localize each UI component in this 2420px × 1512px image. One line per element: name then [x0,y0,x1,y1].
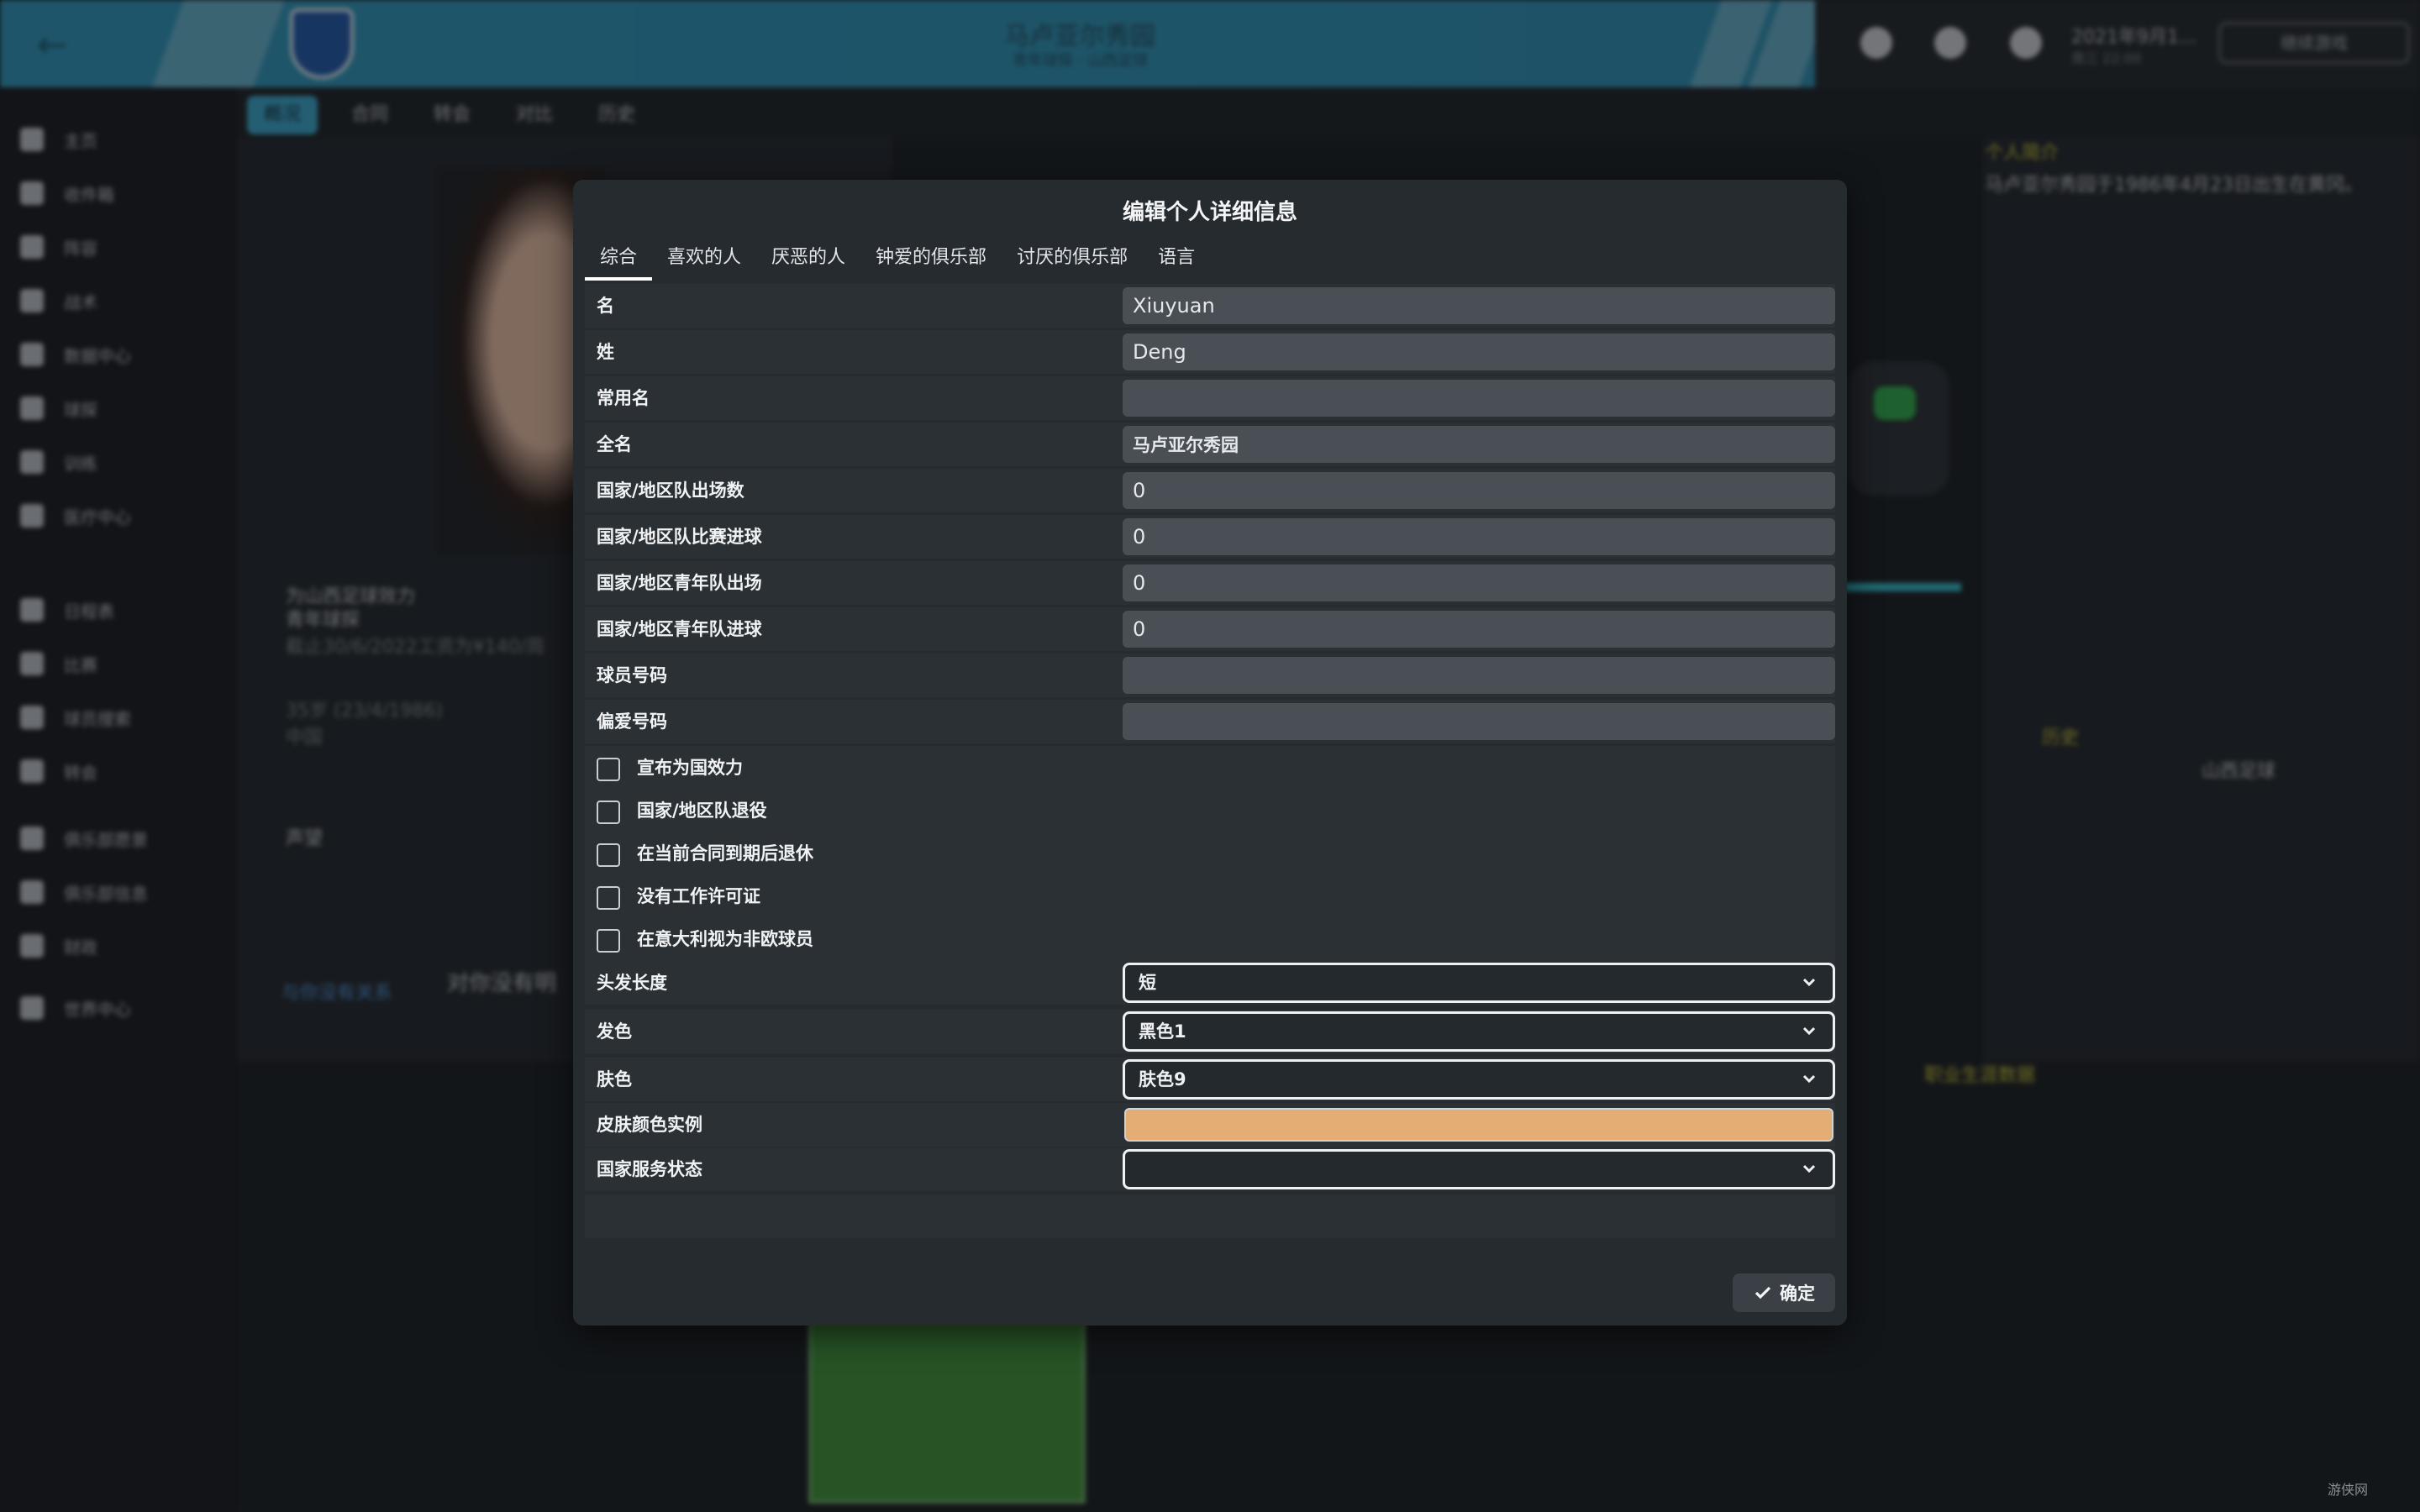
intl-goals-label: 国家/地区队比赛进球 [597,527,762,547]
row-last-name: 姓 [585,330,1835,374]
row-empty [585,1194,1835,1238]
youth-goals-field[interactable] [1123,611,1835,648]
first-name-label: 名 [597,296,614,316]
dialog-tabs: 综合 喜欢的人 厌恶的人 钟爱的俱乐部 讨厌的俱乐部 语言 [585,239,1210,281]
edit-details-dialog: 编辑个人详细信息 综合 喜欢的人 厌恶的人 钟爱的俱乐部 讨厌的俱乐部 语言 名… [573,180,1847,1326]
watermark: 游侠网 [2328,1482,2369,1498]
confirm-button[interactable]: 确定 [1733,1273,1835,1312]
skin-color-swatch [1124,1108,1833,1142]
row-first-name: 名 [585,284,1835,328]
intl-caps-label: 国家/地区队出场数 [597,480,744,501]
hair-length-label: 头发长度 [597,973,667,993]
hair-color-value: 黑色1 [1139,1021,1186,1042]
squad-number-field[interactable] [1123,657,1835,694]
common-name-field[interactable] [1123,380,1835,417]
squad-number-label: 球员号码 [597,665,667,685]
declared-label: 宣布为国效力 [637,758,743,778]
row-preferred-number: 偏爱号码 [585,700,1835,743]
intl-goals-field[interactable] [1123,518,1835,555]
tab-disliked-clubs[interactable]: 讨厌的俱乐部 [1002,239,1143,281]
retired-intl-label: 国家/地区队退役 [637,801,767,821]
retire-end-checkbox[interactable] [597,843,620,867]
hair-length-select[interactable]: 短 [1123,963,1835,1003]
full-name-field[interactable] [1123,426,1835,463]
hair-length-value: 短 [1139,973,1156,993]
first-name-field[interactable] [1123,287,1835,324]
common-name-label: 常用名 [597,388,650,408]
chevron-down-icon [1802,1074,1816,1084]
confirm-label: 确定 [1780,1284,1815,1304]
row-skin-example: 皮肤颜色实例 [585,1103,1835,1147]
row-no-work-permit[interactable]: 没有工作许可证 [585,874,1835,918]
national-service-label: 国家服务状态 [597,1159,702,1179]
tab-favoured-clubs[interactable]: 钟爱的俱乐部 [860,239,1002,281]
non-eu-checkbox[interactable] [597,929,620,953]
tab-languages[interactable]: 语言 [1143,239,1210,281]
retired-intl-checkbox[interactable] [597,801,620,824]
skin-tone-value: 肤色9 [1139,1069,1186,1089]
declared-checkbox[interactable] [597,758,620,781]
row-youth-goals: 国家/地区青年队进球 [585,607,1835,651]
hair-color-label: 发色 [597,1021,632,1042]
row-common-name: 常用名 [585,376,1835,420]
hair-color-select[interactable]: 黑色1 [1123,1011,1835,1052]
row-retired-intl[interactable]: 国家/地区队退役 [585,789,1835,832]
row-retire-end-contract[interactable]: 在当前合同到期后退休 [585,832,1835,875]
tab-disliked-people[interactable]: 厌恶的人 [756,239,860,281]
tab-general[interactable]: 综合 [585,239,653,281]
youth-goals-label: 国家/地区青年队进球 [597,619,762,639]
last-name-field[interactable] [1123,333,1835,370]
no-permit-label: 没有工作许可证 [637,886,760,906]
skin-tone-select[interactable]: 肤色9 [1123,1059,1835,1100]
row-full-name: 全名 [585,423,1835,466]
chevron-down-icon [1802,978,1816,987]
preferred-number-field[interactable] [1123,703,1835,740]
skin-tone-label: 肤色 [597,1069,632,1089]
preferred-number-label: 偏爱号码 [597,711,667,732]
youth-caps-label: 国家/地区青年队出场 [597,573,762,593]
no-permit-checkbox[interactable] [597,886,620,910]
national-service-select[interactable] [1123,1149,1835,1189]
row-intl-caps: 国家/地区队出场数 [585,469,1835,512]
dialog-title: 编辑个人详细信息 [1122,200,1297,225]
row-hair-length: 头发长度 短 [585,961,1835,1005]
chevron-down-icon [1802,1164,1816,1173]
form-rows: 名 姓 常用名 全名 国家/地区队出场数 国家/地区队比赛进球 国家/地区青年队… [585,284,1835,1248]
checkmark-icon [1754,1286,1771,1299]
row-non-eu-italy[interactable]: 在意大利视为非欧球员 [585,917,1835,961]
row-hair-color: 发色 黑色1 [585,1010,1835,1053]
tab-favoured-people[interactable]: 喜欢的人 [652,239,756,281]
row-squad-number: 球员号码 [585,654,1835,697]
last-name-label: 姓 [597,342,614,362]
row-national-service: 国家服务状态 [585,1147,1835,1191]
row-youth-caps: 国家/地区青年队出场 [585,561,1835,605]
row-skin-tone: 肤色 肤色9 [585,1058,1835,1101]
chevron-down-icon [1802,1026,1816,1036]
skin-example-label: 皮肤颜色实例 [597,1115,702,1135]
full-name-label: 全名 [597,434,632,454]
row-intl-goals: 国家/地区队比赛进球 [585,515,1835,559]
retire-end-label: 在当前合同到期后退休 [637,843,813,864]
non-eu-label: 在意大利视为非欧球员 [637,929,813,949]
intl-caps-field[interactable] [1123,472,1835,509]
row-declared-for-nation[interactable]: 宣布为国效力 [585,746,1835,790]
youth-caps-field[interactable] [1123,564,1835,601]
